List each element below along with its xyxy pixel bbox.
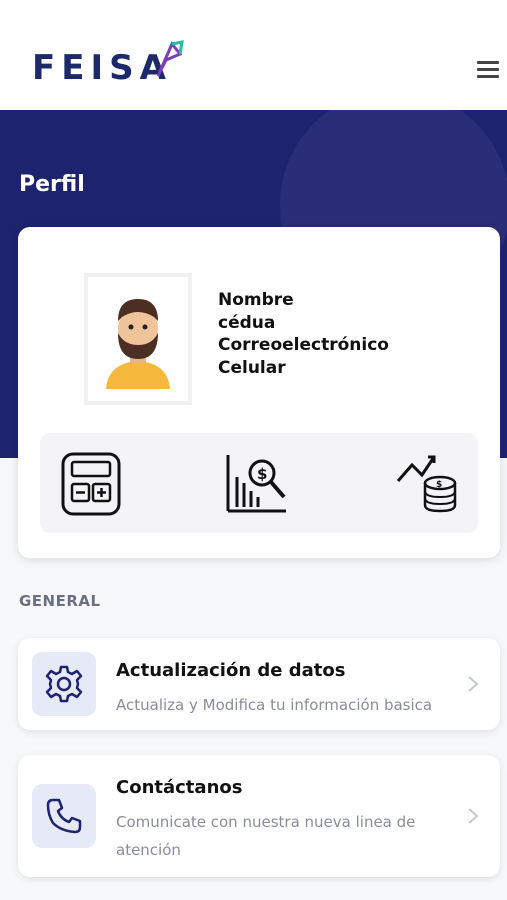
page-title: Perfil [19,172,85,197]
profile-email: Correoelectrónico [218,335,389,355]
brand-logo[interactable]: FEISA [32,48,172,88]
quick-actions: $ $ [40,433,478,533]
growth-coins-icon[interactable]: $ [394,451,460,517]
contact-item[interactable]: Contáctanos Comunicate con nuestra nueva… [18,755,500,877]
profile-name: Nombre [218,290,294,310]
update-data-icon-box [32,652,96,716]
profile-phone: Celular [218,357,286,378]
section-label-general: GENERAL [19,592,101,610]
profile-info: Nombre cédua Correoelectrónico Celular [218,289,389,379]
update-data-title: Actualización de datos [116,660,346,681]
phone-icon [46,798,82,834]
chevron-right-icon [468,808,479,824]
app-header: FEISA [0,0,507,110]
svg-text:$: $ [436,480,442,490]
update-data-subtitle: Actualiza y Modifica tu información basi… [116,696,433,714]
update-data-item[interactable]: Actualización de datos Actualiza y Modif… [18,638,500,730]
avatar[interactable] [84,273,192,405]
svg-text:$: $ [257,465,267,483]
profile-card: Nombre cédua Correoelectrónico Celular $ [18,227,500,558]
contact-subtitle: Comunicate con nuestra nueva linea de at… [116,813,416,859]
avatar-illustration-icon [106,299,170,389]
logo-mark-icon [156,40,184,77]
contact-icon-box [32,784,96,848]
profile-id: cédua [218,312,276,333]
contact-title: Contáctanos [116,777,243,798]
chart-search-icon[interactable]: $ [224,451,292,517]
calculator-icon[interactable] [60,451,122,517]
gear-icon [45,665,83,703]
hamburger-menu-icon[interactable] [474,58,502,80]
chevron-right-icon [468,676,479,692]
